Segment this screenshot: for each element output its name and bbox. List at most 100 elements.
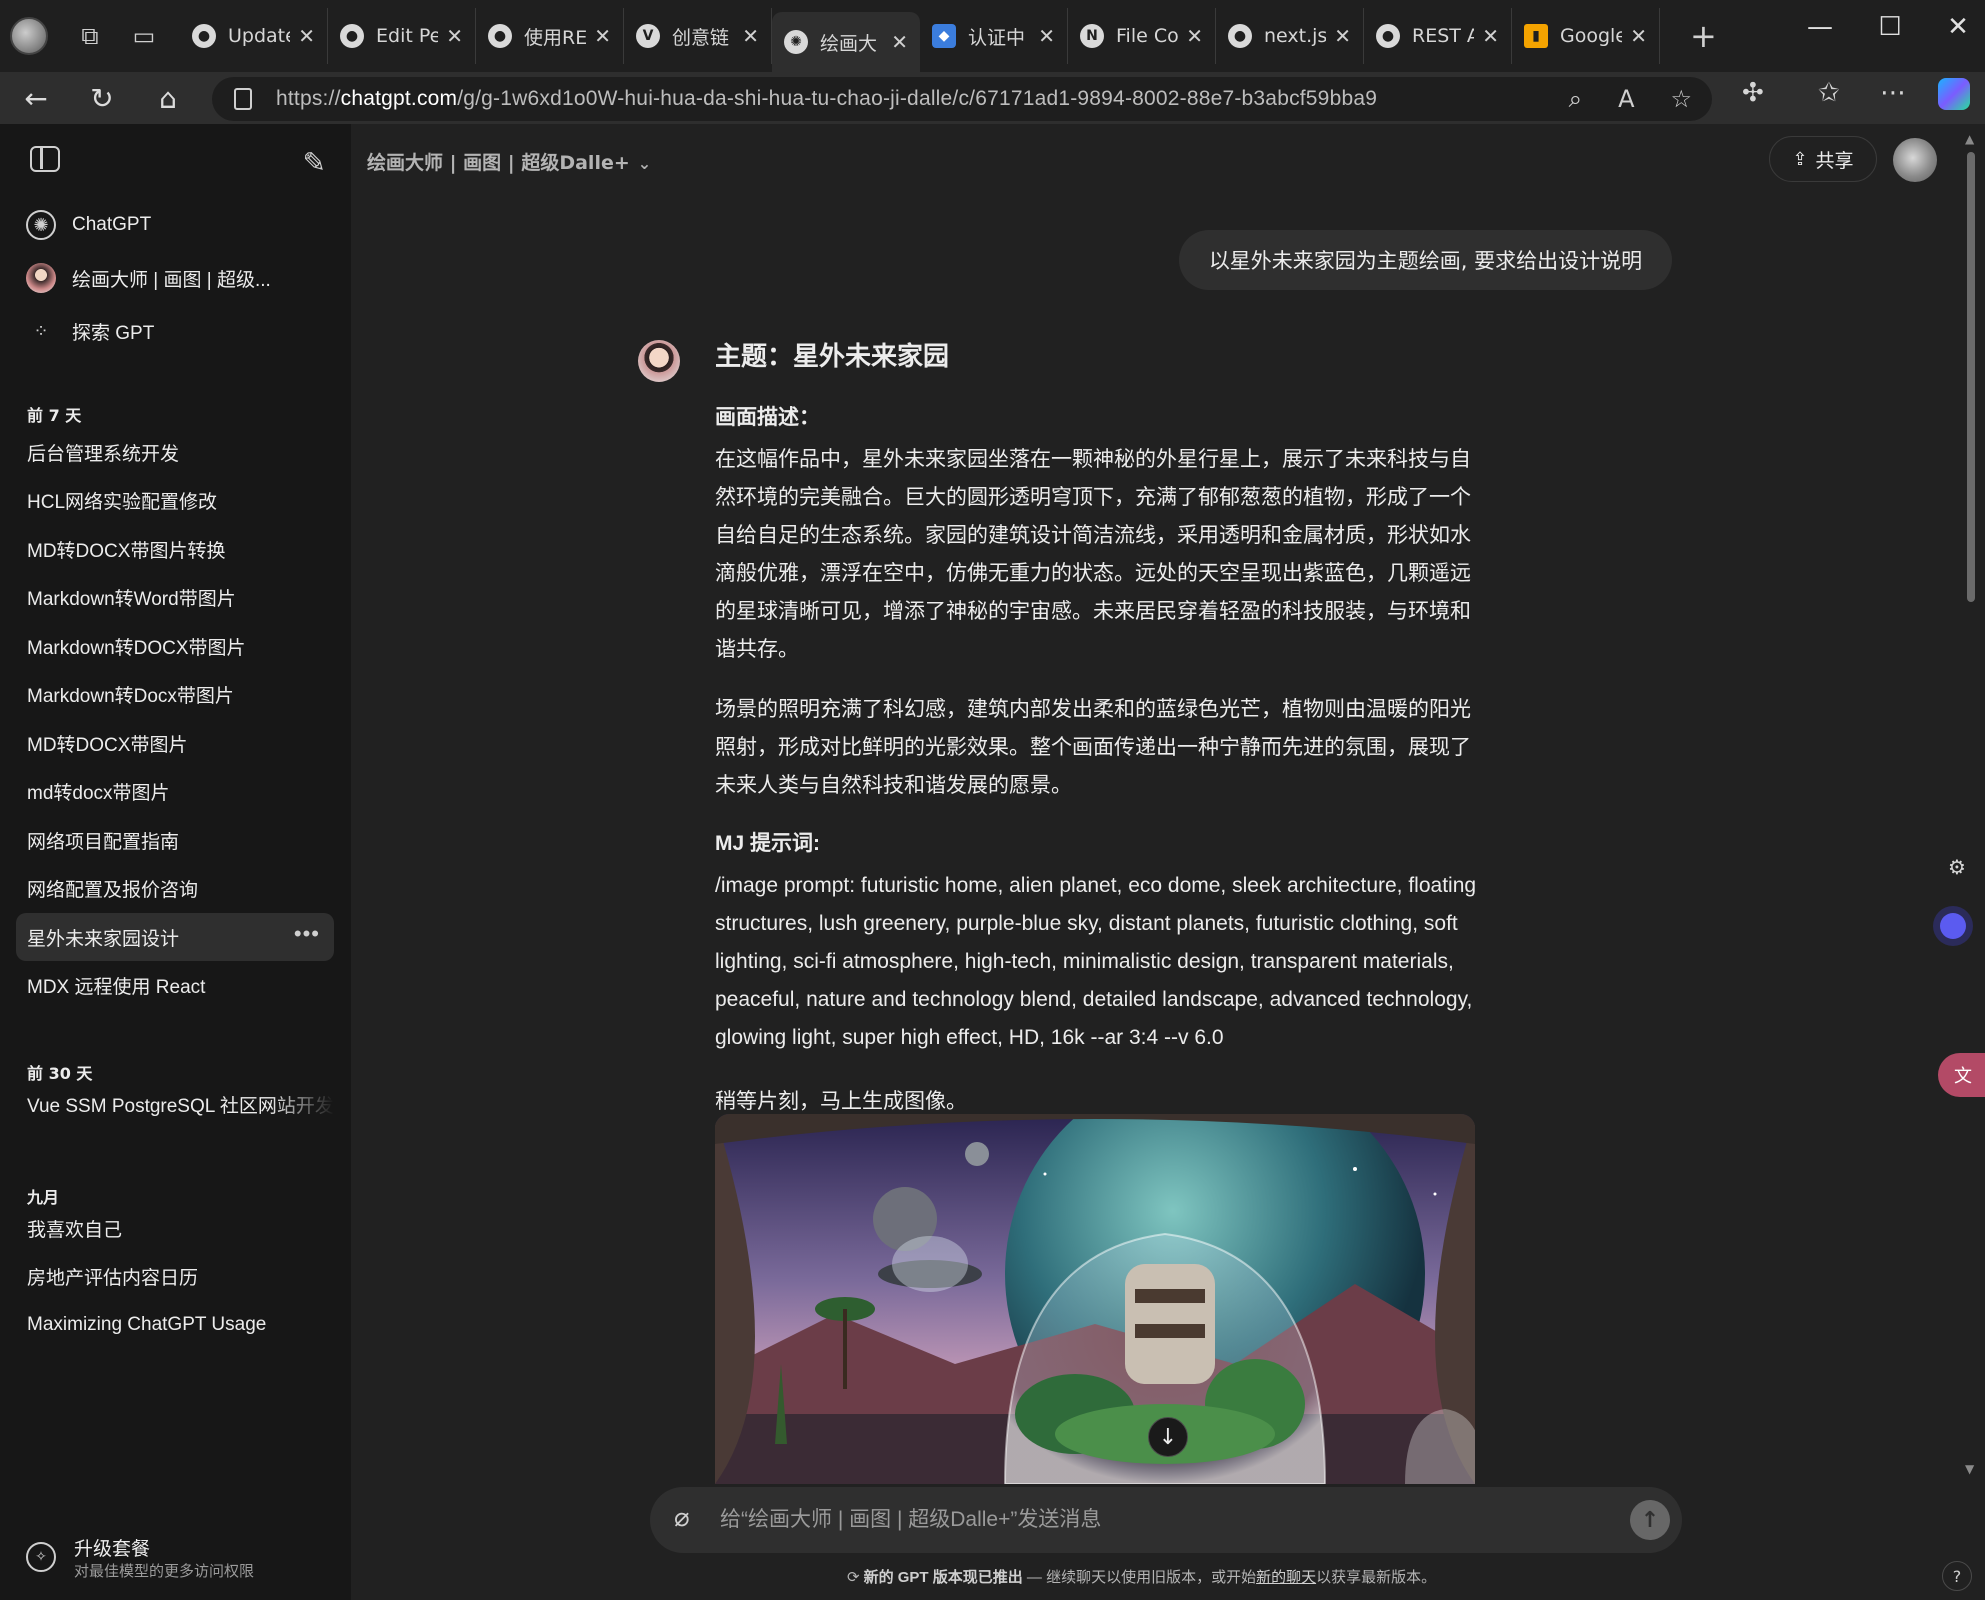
new-chat-link[interactable]: 新的聊天 <box>1256 1569 1316 1586</box>
history-item[interactable]: Vue SSM PostgreSQL 社区网站开发 <box>16 1080 334 1128</box>
home-button[interactable]: ⌂ <box>148 78 188 118</box>
close-tab-icon[interactable]: ✕ <box>594 24 611 48</box>
generated-image[interactable] <box>715 1114 1475 1484</box>
browser-tab[interactable]: ● next.js/ ✕ <box>1216 8 1364 64</box>
scrollbar-thumb[interactable] <box>1967 152 1975 602</box>
browser-tab[interactable]: V 创意链 ✕ <box>624 8 772 64</box>
vg-icon: V <box>636 24 660 48</box>
close-tab-icon[interactable]: ✕ <box>1334 24 1351 48</box>
zoom-icon[interactable]: ⌕ <box>1569 85 1582 113</box>
url-text[interactable]: https://chatgpt.com/g/g-1w6xd1o0W-hui-hu… <box>276 87 1377 111</box>
history-item[interactable]: Markdown转Word带图片 <box>16 574 334 622</box>
page-scrollbar[interactable]: ▲ ▼ <box>1962 126 1980 1600</box>
history-item-label: Markdown转DOCX带图片 <box>27 637 246 659</box>
history-item[interactable]: 后台管理系统开发 <box>16 428 334 476</box>
history-item[interactable]: 星外未来家园设计 ••• <box>16 913 334 961</box>
browser-profile-avatar[interactable] <box>10 17 48 55</box>
sidebar-item-chatgpt[interactable]: ✺ ChatGPT <box>16 202 334 248</box>
browser-tab[interactable]: ● REST A ✕ <box>1364 8 1512 64</box>
more-options-icon[interactable]: ••• <box>294 921 320 947</box>
browser-tab[interactable]: ● Edit Pe ✕ <box>328 8 476 64</box>
copilot-icon[interactable] <box>1938 78 1970 110</box>
share-button[interactable]: ⇪ 共享 <box>1769 136 1877 182</box>
browser-tab-bar: ⧉ ▭ ● Update ✕ ● Edit Pe ✕ ● 使用RE ✕ V 创意链 ✕ ✺ 绘画大 ✕ ◆ 认证… <box>0 0 1985 72</box>
minimize-button[interactable]: — <box>1800 12 1840 42</box>
maximize-button[interactable]: ☐ <box>1870 12 1910 42</box>
workspaces-icon[interactable]: ⧉ <box>70 16 110 56</box>
read-aloud-icon[interactable]: A <box>1618 85 1634 113</box>
history-item-label: 星外未来家园设计 <box>27 928 180 950</box>
mj-heading: MJ 提示词: <box>715 832 820 855</box>
history-item-label: 网络项目配置指南 <box>27 831 180 853</box>
url-actions: ⌕ A ☆ <box>1569 85 1692 113</box>
description-paragraph-2: 场景的照明充满了科幻感，建筑内部发出柔和的蓝绿色光芒，植物则由温暖的阳光照射，形… <box>715 698 1471 797</box>
lock-icon[interactable] <box>234 88 252 110</box>
refresh-button[interactable]: ↻ <box>82 78 122 118</box>
tab-label: 认证中 <box>968 26 1026 49</box>
history-item[interactable]: Maximizing ChatGPT Usage <box>16 1301 334 1349</box>
browser-tab[interactable]: ▮ Google ✕ <box>1512 8 1660 64</box>
extensions-icon[interactable]: ✣ <box>1742 78 1764 108</box>
close-tab-icon[interactable]: ✕ <box>1186 24 1203 48</box>
browser-tab[interactable]: ◆ 认证中 ✕ <box>920 8 1068 64</box>
favorite-star-icon[interactable]: ☆ <box>1670 85 1692 113</box>
new-chat-icon[interactable]: ✎ <box>303 146 326 179</box>
history-item[interactable]: Markdown转DOCX带图片 <box>16 622 334 670</box>
close-tab-icon[interactable]: ✕ <box>298 24 315 48</box>
model-selector[interactable]: 绘画大师 | 画图 | 超级Dalle+ ⌄ <box>367 148 651 175</box>
generated-image-art <box>715 1114 1475 1484</box>
history-item[interactable]: MD转DOCX带图片转换 <box>16 525 334 573</box>
upgrade-plan-button[interactable]: ✧ 升级套餐 对最佳模型的更多访问权限 <box>26 1532 326 1582</box>
send-button[interactable]: ↑ <box>1630 1500 1670 1540</box>
history-item[interactable]: 房地产评估内容日历 <box>16 1253 334 1301</box>
history-item[interactable]: md转docx带图片 <box>16 768 334 816</box>
attach-icon[interactable]: ⌀ <box>674 1503 690 1533</box>
history-item[interactable]: Markdown转Docx带图片 <box>16 671 334 719</box>
new-tab-button[interactable]: + <box>1690 17 1717 55</box>
sidebar-item-gpt[interactable]: 绘画大师 | 画图 | 超级... <box>16 255 334 301</box>
history-item[interactable]: HCL网络实验配置修改 <box>16 477 334 525</box>
close-tab-icon[interactable]: ✕ <box>742 24 759 48</box>
history-item[interactable]: 我喜欢自己 <box>16 1204 334 1252</box>
back-button[interactable]: ← <box>16 78 56 118</box>
favorites-icon[interactable]: ✩ <box>1818 78 1840 108</box>
tab-actions-icon[interactable]: ▭ <box>124 16 164 56</box>
user-avatar[interactable] <box>1893 138 1937 182</box>
close-window-button[interactable]: ✕ <box>1938 12 1978 42</box>
notion-icon: N <box>1080 24 1104 48</box>
browser-tab[interactable]: N File Co ✕ <box>1068 8 1216 64</box>
tab-label: 创意链 <box>672 26 730 49</box>
message-composer: ⌀ ↑ <box>650 1487 1682 1553</box>
history-item[interactable]: MDX 远程使用 React <box>16 962 334 1010</box>
tab-strip: ● Update ✕ ● Edit Pe ✕ ● 使用RE ✕ V 创意链 ✕ ✺ 绘画大 ✕ ◆ 认证中 ✕ N F… <box>180 0 1660 72</box>
upgrade-title: 升级套餐 <box>74 1538 151 1560</box>
close-tab-icon[interactable]: ✕ <box>1630 24 1647 48</box>
browser-tab[interactable]: ● Update ✕ <box>180 8 328 64</box>
section-title: 前 7 天 <box>27 406 82 425</box>
upgrade-subtitle: 对最佳模型的更多访问权限 <box>74 1562 255 1580</box>
scroll-up-arrow-icon[interactable]: ▲ <box>1965 132 1974 146</box>
chevron-down-icon: ⌄ <box>637 154 652 173</box>
version-notice: ⟳ 新的 GPT 版本现已推出 — 继续聊天以使用旧版本，或开始新的聊天以获享最新… <box>847 1566 1436 1587</box>
message-input[interactable] <box>720 1502 1580 1538</box>
notice-icon: ⟳ <box>847 1569 860 1586</box>
close-tab-icon[interactable]: ✕ <box>891 30 908 54</box>
history-item[interactable]: 网络项目配置指南 <box>16 816 334 864</box>
scroll-down-button[interactable]: ↓ <box>1148 1417 1188 1457</box>
close-tab-icon[interactable]: ✕ <box>446 24 463 48</box>
address-bar[interactable]: https://chatgpt.com/g/g-1w6xd1o0W-hui-hu… <box>212 77 1712 121</box>
history-item[interactable]: 网络配置及报价咨询 <box>16 865 334 913</box>
scroll-down-arrow-icon[interactable]: ▼ <box>1965 1462 1974 1476</box>
more-menu-icon[interactable]: ⋯ <box>1880 78 1906 108</box>
browser-tab[interactable]: ● 使用RE ✕ <box>476 8 624 64</box>
close-tab-icon[interactable]: ✕ <box>1038 24 1055 48</box>
sidebar-toggle-icon[interactable] <box>30 146 60 172</box>
history-item[interactable]: MD转DOCX带图片 <box>16 719 334 767</box>
browser-tab[interactable]: ✺ 绘画大 ✕ <box>772 12 920 72</box>
address-toolbar: ← ↻ ⌂ https://chatgpt.com/g/g-1w6xd1o0W-… <box>0 72 1985 124</box>
github-icon: ● <box>340 24 364 48</box>
close-tab-icon[interactable]: ✕ <box>1482 24 1499 48</box>
tab-label: REST A <box>1412 25 1475 47</box>
history-item-label: MD转DOCX带图片 <box>27 734 188 756</box>
sidebar-item-explore[interactable]: ⁘ 探索 GPT <box>16 308 334 354</box>
